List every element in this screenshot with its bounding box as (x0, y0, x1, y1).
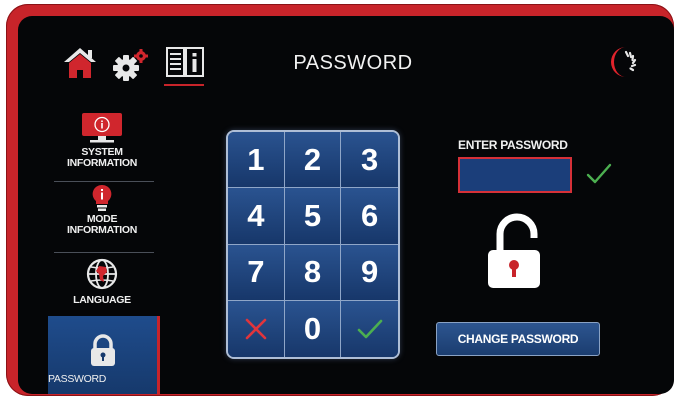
password-confirm-check-icon[interactable] (586, 162, 612, 186)
key-0[interactable]: 0 (284, 300, 342, 357)
device-frame: PASSWORD SYSTEM INFORMATION MODE INFORMA… (6, 4, 674, 396)
unlocked-padlock-icon (488, 213, 540, 288)
change-password-button[interactable]: CHANGE PASSWORD (436, 322, 600, 356)
key-cancel[interactable] (228, 300, 285, 357)
key-confirm[interactable] (341, 300, 398, 357)
key-4[interactable]: 4 (228, 188, 285, 245)
home-icon[interactable] (62, 46, 98, 80)
sidebar-label-line2: INFORMATION (67, 157, 137, 169)
sidebar-item-language[interactable]: LANGUAGE (48, 258, 156, 306)
page-title: PASSWORD (293, 52, 413, 74)
gear-icon[interactable] (110, 48, 150, 82)
sidebar-divider (54, 252, 154, 253)
key-6[interactable]: 6 (341, 188, 398, 245)
sidebar-label-line1: PASSWORD (48, 373, 107, 385)
sidebar-item-mode-information[interactable]: MODE INFORMATION (48, 184, 156, 236)
key-1[interactable]: 1 (228, 132, 285, 189)
bulb-info-icon (92, 184, 112, 211)
key-7[interactable]: 7 (228, 244, 285, 301)
key-3[interactable]: 3 (341, 132, 398, 189)
key-2[interactable]: 2 (284, 132, 342, 189)
cancel-x-icon (245, 318, 267, 340)
sidebar-label-line2: INFORMATION (67, 224, 137, 236)
sidebar-label-line1: LANGUAGE (73, 294, 131, 306)
screen: PASSWORD SYSTEM INFORMATION MODE INFORMA… (18, 16, 674, 394)
sidebar-item-system-information[interactable]: SYSTEM INFORMATION (48, 112, 156, 169)
brand-logo (611, 47, 637, 77)
key-5[interactable]: 5 (284, 188, 342, 245)
info-icon[interactable] (166, 46, 204, 78)
numeric-keypad: 1 2 3 4 5 6 7 8 9 0 (226, 130, 400, 359)
padlock-icon (90, 334, 115, 366)
sidebar-divider (54, 181, 154, 182)
key-9[interactable]: 9 (341, 244, 398, 301)
password-field[interactable] (458, 157, 572, 193)
active-tab-indicator (164, 84, 204, 86)
monitor-info-icon (82, 113, 122, 143)
sidebar-item-password[interactable]: PASSWORD (48, 316, 160, 394)
globe-icon (86, 258, 118, 290)
key-8[interactable]: 8 (284, 244, 342, 301)
confirm-check-icon (357, 319, 382, 339)
enter-password-label: ENTER PASSWORD (458, 138, 568, 152)
